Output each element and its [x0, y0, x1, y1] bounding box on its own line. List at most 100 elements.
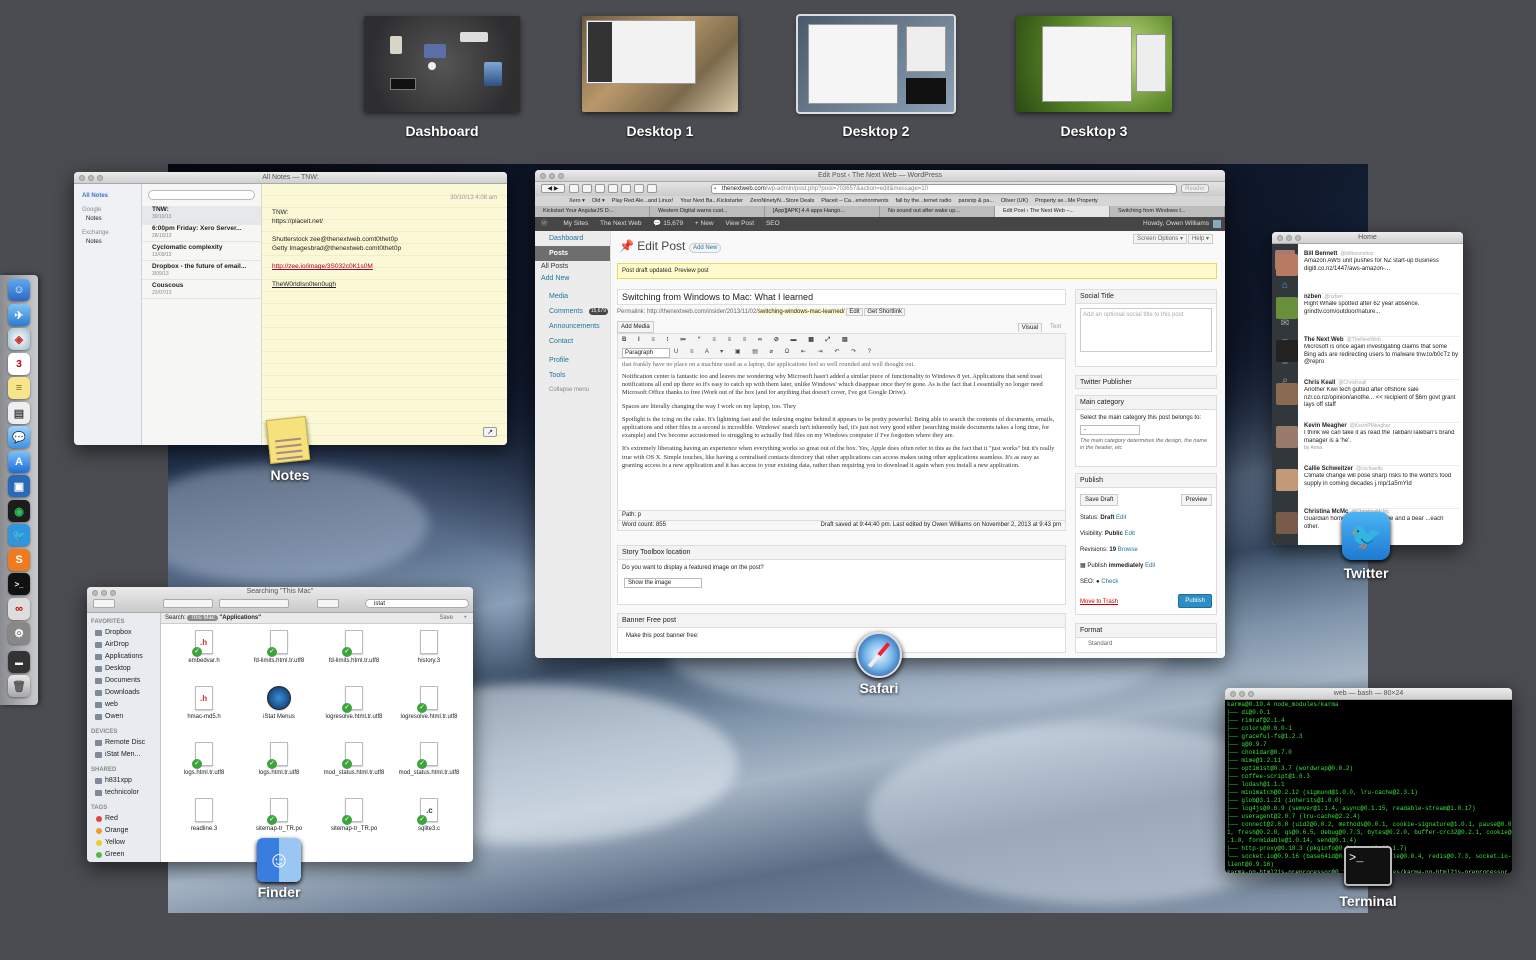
sublime-text-dock-icon[interactable]: S: [8, 549, 30, 571]
sidebar-item[interactable]: Desktop: [87, 663, 160, 675]
format-standard-option[interactable]: Standard: [1076, 638, 1216, 648]
menu-media[interactable]: Media: [535, 289, 610, 304]
space-thumbnail-dashboard[interactable]: [364, 16, 520, 112]
get-shortlink-button[interactable]: Get Shortlink: [864, 308, 906, 316]
tweet-avatar[interactable]: [1276, 340, 1298, 362]
format-buttons[interactable]: B I ≡ ⁝ ≔ “ ≡ ≡ ≡ ∞ ⊘ ▬ ▦ ⤢ ▤: [622, 336, 853, 344]
back-forward-button[interactable]: ◀ ▶: [541, 184, 565, 193]
revisions-browse-link[interactable]: Browse: [1118, 547, 1138, 553]
menu-add-new[interactable]: Add New: [535, 273, 610, 285]
toolbar-button[interactable]: [647, 184, 657, 193]
comments-count-link[interactable]: 💬 15,679: [653, 220, 683, 227]
bookmark-item[interactable]: ZeroNinetyN...Store Deals: [750, 196, 814, 206]
move-to-trash-link[interactable]: Move to Trash: [1080, 598, 1118, 606]
browser-tab[interactable]: [App][APK] 4.4 apps Hango...: [765, 206, 880, 217]
trash-dock-icon[interactable]: 🗑: [8, 675, 30, 697]
publish-button[interactable]: Publish: [1178, 594, 1212, 608]
toolbar-button[interactable]: [621, 184, 631, 193]
menu-tools[interactable]: Tools: [535, 368, 610, 383]
sidebar-item[interactable]: AirDrop: [87, 639, 160, 651]
tweet-item[interactable]: Kevin Meagher @KevinPMeagher I think we ca…: [1276, 422, 1459, 466]
terminal-app-icon[interactable]: >_: [1344, 846, 1392, 886]
tweet-item[interactable]: The Next Web @TheNextWeb Microsoft is once…: [1276, 336, 1459, 380]
save-search-button[interactable]: Save: [439, 613, 453, 624]
finder-search-input[interactable]: istat: [365, 599, 469, 608]
preview-button[interactable]: Preview: [1180, 494, 1212, 506]
note-list-item[interactable]: Cyclomatic complexity 13/09/13: [142, 242, 261, 261]
tweet-author[interactable]: nzben: [1304, 294, 1321, 300]
notes-search-input[interactable]: [148, 190, 255, 200]
finder-app-icon[interactable]: ☺: [257, 838, 301, 882]
action-buttons[interactable]: [219, 599, 289, 608]
tweet-avatar[interactable]: [1276, 297, 1298, 319]
tweet-avatar[interactable]: [1276, 383, 1298, 405]
tweet-item[interactable]: nzben @nzben Right Whale spotted after 62 …: [1276, 293, 1459, 337]
tag-item[interactable]: Red: [87, 813, 160, 825]
browser-tab[interactable]: Kickstart Your AngularJS D...: [535, 206, 650, 217]
post-title-input[interactable]: Switching from Windows to Mac: What I le…: [617, 289, 1066, 305]
browser-tab[interactable]: Switching from Windows t...: [1110, 206, 1225, 217]
visual-tab[interactable]: Visual: [1017, 323, 1042, 332]
seo-check-link[interactable]: Check: [1101, 579, 1118, 585]
terminal-dock-icon[interactable]: >_: [8, 573, 30, 595]
permalink-edit-button[interactable]: Edit: [846, 308, 863, 316]
bookmark-item[interactable]: parsnip & pa...: [958, 196, 993, 206]
browser-tab[interactable]: No sound out after wake up...: [880, 206, 995, 217]
main-category-select[interactable]: -: [1080, 425, 1140, 435]
social-title-input[interactable]: Add an optional social title to this pos…: [1080, 308, 1212, 352]
tag-item[interactable]: Yellow: [87, 837, 160, 849]
toolbar-button[interactable]: [595, 184, 605, 193]
menu-comments[interactable]: Comments 15,679: [535, 304, 610, 319]
sidebar-item[interactable]: web: [87, 699, 160, 711]
file-item[interactable]: ✓ logs.html.tr.utf8: [244, 742, 314, 777]
file-item[interactable]: .h hmac-md5.h: [169, 686, 239, 721]
menu-contact[interactable]: Contact: [535, 334, 610, 349]
note-list-item[interactable]: TNW: 30/10/13: [142, 204, 261, 223]
save-draft-button[interactable]: Save Draft: [1080, 494, 1119, 506]
file-item[interactable]: ✓ fd-limits.html.tr.utf8: [244, 630, 314, 665]
notes-dock-icon[interactable]: ≡: [8, 377, 30, 399]
view-post-link[interactable]: View Post: [725, 220, 754, 227]
howdy-user-link[interactable]: Howdy, Owen Williams: [1143, 217, 1209, 231]
system-preferences-dock-icon[interactable]: ⚙: [8, 622, 30, 644]
tweet-avatar[interactable]: [1276, 254, 1298, 276]
file-item[interactable]: ✓ sitemap-tr_TR.po: [244, 798, 314, 833]
sidebar-item[interactable]: Applications: [87, 651, 160, 663]
twitter-dock-icon[interactable]: 🐦: [8, 524, 30, 546]
tweet-avatar[interactable]: [1276, 426, 1298, 448]
file-item[interactable]: .h ✓ embedvar.h: [169, 630, 239, 665]
tweet-avatar[interactable]: [1276, 469, 1298, 491]
twitter-app-icon[interactable]: 🐦: [1342, 512, 1390, 560]
add-new-button[interactable]: Add New: [689, 243, 722, 253]
twitter-publisher-heading[interactable]: Twitter Publisher: [1075, 375, 1217, 389]
tweet-item[interactable]: Chris Keall @ChrisKeall Another Kiwi tech …: [1276, 379, 1459, 423]
sidebar-item[interactable]: Owen: [87, 711, 160, 723]
view-mode-buttons[interactable]: [163, 599, 213, 608]
mail-dock-icon[interactable]: ✈: [8, 304, 30, 326]
tweet-author[interactable]: Christina McMc: [1304, 509, 1348, 515]
sidebar-item[interactable]: iStat Men...: [87, 749, 160, 761]
text-tab[interactable]: Text: [1047, 323, 1064, 331]
scope-this-mac[interactable]: This Mac: [187, 615, 218, 621]
bookmark-item[interactable]: Old ▾: [592, 196, 605, 206]
finder-dock-icon[interactable]: ☺: [8, 279, 30, 301]
back-forward-button[interactable]: [93, 599, 115, 608]
preview-dock-icon[interactable]: ▤: [8, 402, 30, 424]
bookmark-item[interactable]: Play Red Ale...and Linux!: [612, 196, 673, 206]
tag-item[interactable]: Orange: [87, 825, 160, 837]
app-store-dock-icon[interactable]: A: [8, 451, 30, 473]
reader-button[interactable]: Reader: [1181, 184, 1209, 193]
address-bar[interactable]: ▪ thenextweb.com/wp-admin/post.php?post=7…: [711, 184, 1177, 194]
tweet-author[interactable]: Bill Bennett: [1304, 251, 1337, 257]
note-link[interactable]: http://zee.io/image/3S032c0K1s0M: [272, 262, 401, 271]
tweet-author[interactable]: Chris Keall: [1304, 380, 1335, 386]
safari-dock-icon[interactable]: ◈: [8, 328, 30, 350]
file-item[interactable]: ✓ logresolve.html.tr.utf8: [319, 686, 389, 721]
bookmark-item[interactable]: Xero ▾: [569, 196, 585, 206]
menu-collapse[interactable]: Collapse menu: [535, 383, 610, 398]
my-sites-link[interactable]: My Sites: [563, 220, 588, 227]
tweet-item[interactable]: Bill Bennett @billbennettnz Amazon AWS uni…: [1276, 250, 1459, 294]
menu-posts[interactable]: Posts: [535, 246, 610, 261]
file-item[interactable]: ✓ sitemap-tr_TR.po: [319, 798, 389, 833]
istat-dock-icon[interactable]: ∞: [8, 598, 30, 620]
